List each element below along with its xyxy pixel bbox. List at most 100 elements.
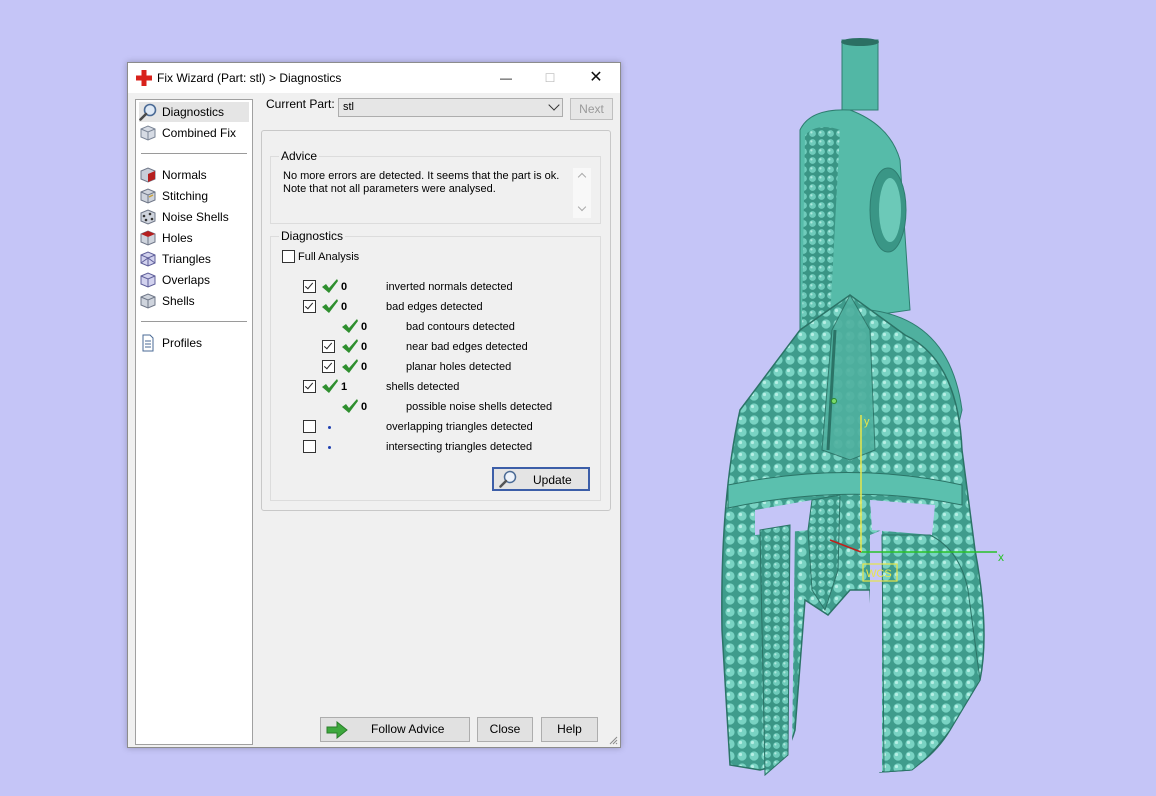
scroll-up-icon[interactable] (577, 172, 587, 182)
window-title: Fix Wizard (Part: stl) > Diagnostics (157, 71, 342, 85)
advice-title: Advice (279, 149, 320, 163)
helmet-model (721, 38, 985, 777)
nav-item-diagnostics[interactable]: Diagnostics (139, 102, 249, 122)
nav-item-holes[interactable]: Holes (139, 228, 249, 248)
diagnostic-checkbox[interactable] (322, 360, 335, 373)
diagnostic-checkbox[interactable] (303, 380, 316, 393)
full-analysis-checkbox[interactable] (282, 250, 295, 263)
diagnostic-label: overlapping triangles detected (386, 421, 533, 433)
diagnostic-count: 1 (341, 381, 348, 393)
nav-label: Shells (162, 294, 195, 308)
diagnostic-label: shells detected (386, 381, 460, 393)
current-part-select[interactable]: stl (338, 98, 563, 117)
minimize-button[interactable]: — (484, 63, 528, 93)
overlaps-cube-icon (140, 272, 156, 288)
advice-line: Note that not all parameters were analys… (283, 183, 496, 195)
update-button[interactable]: Update (492, 467, 590, 491)
wcs-label: WCS (866, 568, 892, 580)
y-axis-label: y (864, 416, 870, 428)
diagnostic-label: near bad edges detected (406, 341, 528, 353)
diagnostic-label: intersecting triangles detected (386, 441, 533, 453)
diagnostic-count: 0 (361, 321, 368, 333)
advice-scrollbar[interactable] (573, 168, 591, 218)
advice-text: No more errors are detected. It seems th… (283, 170, 573, 196)
resize-grip-icon[interactable] (608, 735, 618, 745)
wizard-nav-panel: Diagnostics Combined Fix Normals Stitchi… (135, 99, 253, 745)
cube-icon (140, 125, 156, 141)
normals-cube-icon (140, 167, 156, 183)
diagnostic-count: 0 (341, 281, 348, 293)
diagnostic-count: 0 (361, 401, 368, 413)
green-check-icon (342, 339, 358, 353)
nav-label: Holes (162, 231, 193, 245)
nav-label: Diagnostics (162, 105, 225, 119)
nav-label: Noise Shells (162, 210, 229, 224)
nav-label: Stitching (162, 189, 209, 203)
green-check-icon (322, 279, 338, 293)
shells-cube-icon (140, 293, 156, 309)
fix-wizard-window: Fix Wizard (Part: stl) > Diagnostics — ☐… (127, 62, 621, 748)
diagnostic-checkbox[interactable] (303, 420, 316, 433)
nav-item-shells[interactable]: Shells (139, 291, 249, 311)
diagnostic-label: inverted normals detected (386, 281, 513, 293)
diagnostic-count: 0 (361, 341, 368, 353)
maximize-button[interactable]: ☐ (528, 63, 572, 93)
diagnostic-label: planar holes detected (406, 361, 512, 373)
diagnostic-checkbox[interactable] (303, 300, 316, 313)
holes-cube-icon (140, 230, 156, 246)
nav-item-noise-shells[interactable]: Noise Shells (139, 207, 249, 227)
close-window-button[interactable]: ✕ (574, 63, 618, 93)
follow-advice-button[interactable]: Follow Advice (320, 717, 470, 742)
magnifier-icon (499, 470, 517, 488)
diagnostic-count: 0 (341, 301, 348, 313)
green-check-icon (322, 379, 338, 393)
x-axis-label: x (998, 550, 1004, 564)
scroll-down-icon[interactable] (577, 202, 587, 212)
nav-label: Combined Fix (162, 126, 237, 140)
magnifier-icon (139, 103, 157, 121)
diagnostic-label: bad edges detected (386, 301, 483, 313)
model-viewport[interactable]: x y WCS (700, 30, 1020, 790)
diagnostic-checkbox[interactable] (303, 440, 316, 453)
title-bar[interactable]: Fix Wizard (Part: stl) > Diagnostics — ☐… (128, 63, 620, 93)
close-button[interactable]: Close (477, 717, 533, 742)
current-part-label: Current Part: (266, 97, 335, 111)
noise-shells-icon (140, 209, 156, 225)
chevron-down-icon (548, 99, 560, 111)
diagnostic-label: bad contours detected (406, 321, 515, 333)
nav-label: Normals (162, 168, 207, 182)
diagnostic-label: possible noise shells detected (406, 401, 553, 413)
diagnostic-checkbox[interactable] (322, 340, 335, 353)
nav-divider (141, 153, 247, 154)
update-label: Update (533, 473, 572, 487)
current-part-value: stl (343, 101, 354, 113)
next-button[interactable]: Next (570, 98, 613, 120)
not-analysed-dot-icon (328, 446, 331, 449)
not-analysed-dot-icon (328, 426, 331, 429)
nav-item-profiles[interactable]: Profiles (139, 333, 249, 353)
green-check-icon (342, 359, 358, 373)
diagnostic-count: 0 (361, 361, 368, 373)
green-check-icon (342, 319, 358, 333)
nav-item-combined-fix[interactable]: Combined Fix (139, 123, 249, 143)
help-button[interactable]: Help (541, 717, 598, 742)
nav-item-triangles[interactable]: Triangles (139, 249, 249, 269)
diagnostics-title: Diagnostics (279, 229, 346, 243)
nav-divider (141, 321, 247, 322)
green-arrow-icon (326, 721, 348, 739)
diagnostic-checkbox[interactable] (303, 280, 316, 293)
green-check-icon (342, 399, 358, 413)
stitching-cube-icon (140, 188, 156, 204)
full-analysis-label: Full Analysis (298, 251, 360, 263)
red-cross-icon (136, 70, 152, 86)
nav-item-stitching[interactable]: Stitching (139, 186, 249, 206)
nav-label: Profiles (162, 336, 203, 350)
nav-label: Overlaps (162, 273, 211, 287)
advice-line: No more errors are detected. It seems th… (283, 170, 560, 182)
follow-advice-label: Follow Advice (371, 722, 445, 736)
triangles-cube-icon (140, 251, 156, 267)
nav-item-normals[interactable]: Normals (139, 165, 249, 185)
nav-label: Triangles (162, 252, 211, 266)
document-icon (142, 334, 154, 352)
nav-item-overlaps[interactable]: Overlaps (139, 270, 249, 290)
